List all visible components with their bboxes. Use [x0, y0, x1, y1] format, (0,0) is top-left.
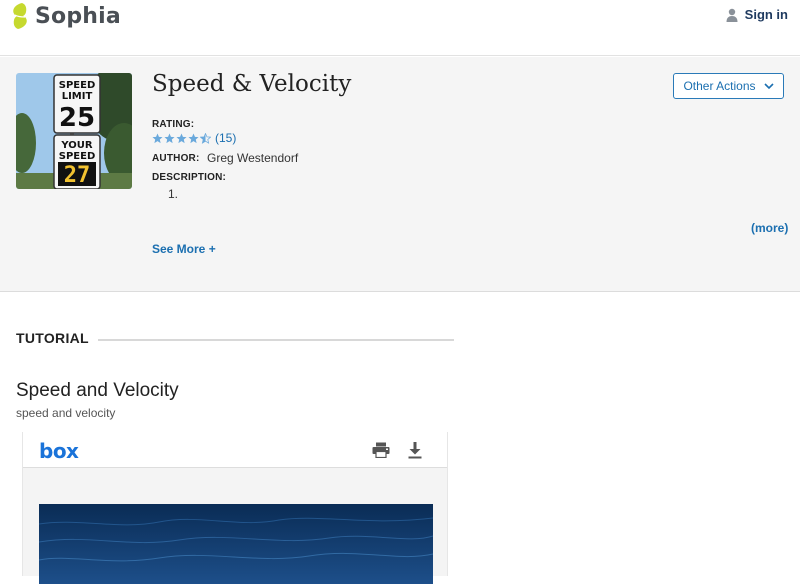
other-actions-button[interactable]: Other Actions — [673, 73, 784, 99]
your-speed-text-1: YOUR — [60, 140, 93, 151]
box-document-viewer: box — [22, 432, 448, 584]
resource-title: Speed & Velocity — [152, 71, 352, 97]
see-more-link[interactable]: See More + — [152, 242, 216, 256]
author-label: AUTHOR: — [152, 153, 200, 164]
user-icon — [726, 8, 738, 22]
author-name: Greg Westendorf — [207, 151, 299, 165]
description-label: DESCRIPTION: — [152, 172, 227, 183]
resource-thumbnail: SPEED LIMIT 25 YOUR SPEED 27 — [16, 73, 132, 189]
sign-in-label: Sign in — [744, 7, 788, 22]
speed-limit-text-2: LIMIT — [62, 91, 93, 102]
chevron-down-icon — [763, 82, 774, 89]
document-page-preview — [39, 504, 433, 584]
sophia-leaf-icon — [13, 3, 27, 29]
star-icon — [152, 132, 163, 143]
star-icon — [164, 132, 175, 143]
speed-limit-value: 25 — [59, 103, 95, 133]
star-icon — [188, 132, 199, 143]
more-link[interactable]: (more) — [751, 221, 788, 235]
rating-label: RATING: — [152, 119, 195, 130]
tutorial-title: Speed and Velocity — [16, 380, 179, 401]
brand-name: Sophia — [35, 3, 121, 29]
top-bar: Sophia Sign in — [0, 0, 800, 56]
star-icon — [176, 132, 187, 143]
sign-in-button[interactable]: Sign in — [726, 7, 788, 22]
resource-header: SPEED LIMIT 25 YOUR SPEED 27 Speed & Vel… — [0, 57, 800, 292]
other-actions-label: Other Actions — [683, 79, 756, 93]
tutorial-section-label: TUTORIAL — [16, 330, 89, 346]
your-speed-value: 27 — [64, 163, 91, 188]
box-logo[interactable]: box — [39, 439, 79, 463]
section-divider — [98, 339, 454, 341]
description-item: 1. — [168, 187, 179, 201]
download-icon[interactable] — [407, 441, 423, 459]
speed-limit-text-1: SPEED — [59, 80, 96, 91]
half-star-icon — [200, 132, 211, 144]
viewer-toolbar: box — [23, 432, 447, 468]
sophia-logo[interactable]: Sophia — [9, 2, 121, 30]
your-speed-text-2: SPEED — [59, 151, 96, 162]
rating[interactable]: (15) — [152, 131, 236, 145]
rating-count[interactable]: (15) — [215, 131, 236, 145]
star-rating — [152, 132, 212, 144]
tutorial-subtitle: speed and velocity — [16, 406, 116, 420]
print-icon[interactable] — [372, 442, 390, 458]
